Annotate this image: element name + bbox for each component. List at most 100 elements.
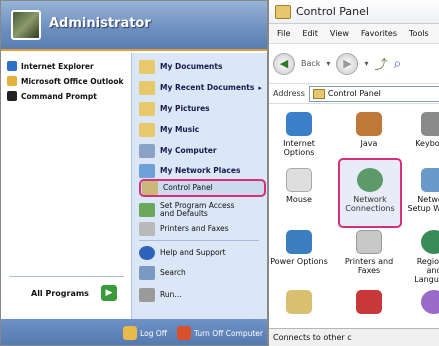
- network-places-icon: [139, 164, 155, 178]
- dropdown-icon[interactable]: ▾: [364, 59, 368, 68]
- power-options-icon: [286, 230, 312, 254]
- cp-item-security-center[interactable]: [339, 290, 399, 317]
- printers-faxes-item[interactable]: Printers and Faxes: [139, 221, 229, 237]
- printers-faxes-icon: [356, 230, 382, 254]
- back-arrow-icon[interactable]: ◀: [273, 52, 295, 75]
- search-icon[interactable]: ⌕: [393, 56, 401, 72]
- menu-separator: [9, 276, 124, 277]
- my-documents-item[interactable]: My Documents: [139, 59, 222, 75]
- run-icon: [139, 288, 155, 302]
- my-computer-item[interactable]: My Computer: [139, 143, 217, 159]
- internet-explorer-icon: [7, 61, 17, 71]
- help-icon: [139, 246, 155, 260]
- my-network-places-item[interactable]: My Network Places: [139, 163, 240, 179]
- my-pictures-item[interactable]: My Pictures: [139, 101, 210, 117]
- address-bar: Address Control Panel: [269, 84, 439, 104]
- start-menu-header: Administrator: [1, 1, 267, 51]
- menu-favorites[interactable]: Favorites: [361, 29, 397, 38]
- all-programs-button[interactable]: All Programs ▶: [31, 285, 117, 301]
- cp-item-internet-options[interactable]: Internet Options: [269, 112, 329, 157]
- status-text: Connects to other c: [273, 333, 352, 342]
- cp-item-network-setup[interactable]: Network Setup Wizard: [404, 168, 439, 213]
- my-recent-documents-item[interactable]: My Recent Documents ▸: [139, 80, 262, 96]
- menu-separator: [139, 240, 259, 241]
- window-title: Control Panel: [296, 5, 369, 18]
- recent-documents-icon: [139, 81, 155, 95]
- music-icon: [139, 123, 155, 137]
- power-icon: [176, 326, 191, 340]
- control-panel-icon: [275, 4, 291, 19]
- cp-item-scanners[interactable]: [269, 290, 329, 317]
- all-programs-label: All Programs: [31, 288, 89, 298]
- log-off-icon: [123, 326, 138, 340]
- my-music-item[interactable]: My Music: [139, 122, 199, 138]
- security-center-icon: [356, 290, 382, 314]
- submenu-arrow-icon: ▸: [258, 84, 262, 92]
- scanners-icon: [286, 290, 312, 314]
- pinned-item-label: Internet Explorer: [21, 61, 94, 71]
- pinned-item-command-prompt[interactable]: Command Prompt: [7, 89, 97, 103]
- program-access-icon: [139, 203, 155, 217]
- pinned-programs: Internet Explorer Microsoft Office Outlo…: [1, 53, 131, 319]
- start-menu-footer: Log Off Turn Off Computer: [1, 319, 267, 345]
- program-access-item[interactable]: Set Program Access and Defaults: [139, 199, 250, 221]
- printers-icon: [139, 222, 155, 236]
- turn-off-button[interactable]: Turn Off Computer: [176, 326, 263, 340]
- cp-item-mouse[interactable]: Mouse: [269, 168, 329, 204]
- dropdown-icon[interactable]: ▾: [326, 59, 330, 68]
- regional-icon: [421, 230, 439, 254]
- toolbar: ◀ Back ▾ ▶ ▾ ⤴ ⌕: [269, 44, 439, 84]
- java-icon: [356, 112, 382, 136]
- cp-item-regional[interactable]: Regional and Language: [404, 230, 439, 284]
- up-folder-icon[interactable]: ⤴: [374, 54, 387, 73]
- network-setup-icon: [421, 168, 439, 192]
- search-icon: [139, 266, 155, 280]
- outlook-icon: [7, 76, 17, 86]
- pinned-item-internet-explorer[interactable]: Internet Explorer: [7, 59, 94, 73]
- address-input[interactable]: Control Panel: [308, 85, 439, 102]
- computer-icon: [139, 144, 155, 158]
- control-panel-items: Internet Options Java Keyboard Mouse Net…: [269, 104, 439, 328]
- address-label: Address: [273, 89, 305, 98]
- user-name: Administrator: [49, 16, 151, 31]
- menu-file[interactable]: File: [277, 29, 290, 38]
- run-item[interactable]: Run...: [139, 287, 182, 303]
- documents-icon: [139, 60, 155, 74]
- log-off-button[interactable]: Log Off: [123, 326, 167, 340]
- cp-item-printers-faxes[interactable]: Printers and Faxes: [339, 230, 399, 275]
- help-support-item[interactable]: Help and Support: [139, 245, 226, 261]
- command-prompt-icon: [7, 91, 17, 101]
- turn-off-label: Turn Off Computer: [193, 328, 263, 338]
- control-panel-icon: [312, 88, 325, 99]
- back-label[interactable]: Back: [301, 59, 320, 68]
- cp-item-java[interactable]: Java: [339, 112, 399, 148]
- cp-item-power-options[interactable]: Power Options: [269, 230, 329, 266]
- menu-bar: File Edit View Favorites Tools: [269, 24, 439, 44]
- cp-item-network-connections[interactable]: Network Connections: [340, 168, 400, 213]
- cp-item-keyboard[interactable]: Keyboard: [404, 112, 439, 148]
- pictures-icon: [139, 102, 155, 116]
- pinned-item-label: Command Prompt: [21, 91, 97, 101]
- pinned-item-label: Microsoft Office Outlook: [21, 76, 124, 86]
- start-menu: Administrator Internet Explorer Microsof…: [0, 0, 268, 346]
- menu-view[interactable]: View: [330, 29, 349, 38]
- menu-edit[interactable]: Edit: [302, 29, 318, 38]
- address-value: Control Panel: [327, 89, 381, 98]
- window-title-bar[interactable]: Control Panel: [269, 0, 439, 24]
- network-connections-icon: [357, 168, 383, 192]
- keyboard-icon: [421, 112, 439, 136]
- search-item[interactable]: Search: [139, 265, 186, 281]
- control-panel-item[interactable]: Control Panel: [142, 180, 213, 196]
- forward-arrow-icon[interactable]: ▶: [336, 52, 359, 75]
- pinned-item-outlook[interactable]: Microsoft Office Outlook: [7, 74, 123, 88]
- mouse-icon: [286, 168, 312, 192]
- sounds-icon: [421, 290, 439, 314]
- cp-item-sounds[interactable]: [404, 290, 439, 317]
- control-panel-icon: [142, 181, 158, 195]
- internet-options-icon: [286, 112, 312, 136]
- menu-tools[interactable]: Tools: [409, 29, 429, 38]
- log-off-label: Log Off: [140, 328, 167, 338]
- user-avatar[interactable]: [11, 10, 41, 40]
- control-panel-window: Control Panel File Edit View Favorites T…: [268, 0, 439, 346]
- arrow-right-icon: ▶: [100, 285, 117, 301]
